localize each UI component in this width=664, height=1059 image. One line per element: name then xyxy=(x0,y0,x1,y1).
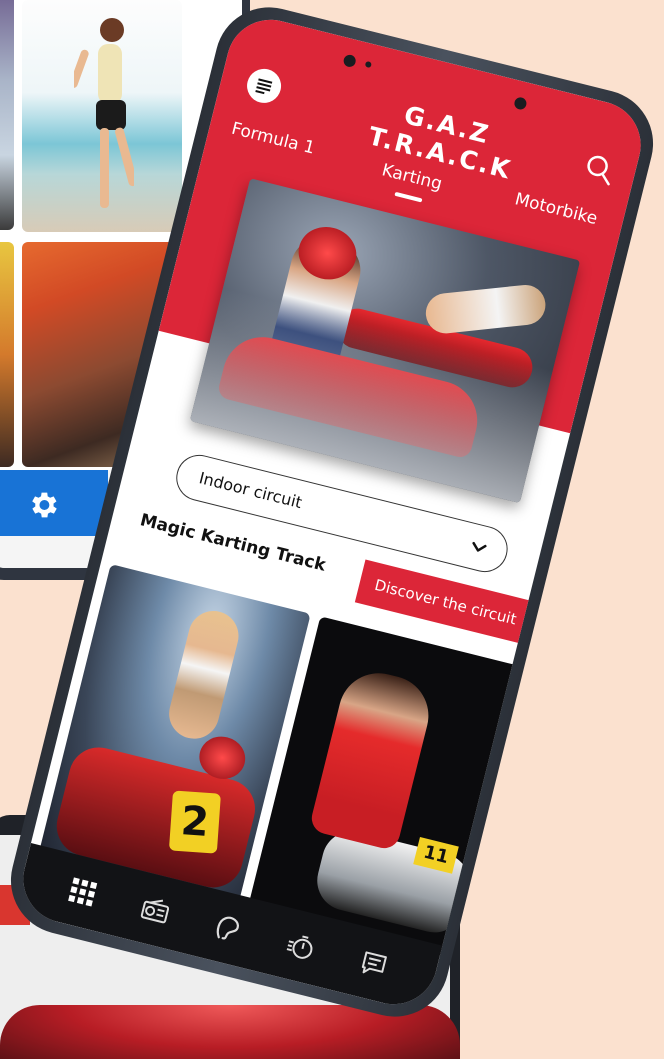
gear-icon xyxy=(32,492,57,518)
driver-figure xyxy=(423,282,548,336)
active-tab-indicator xyxy=(394,191,423,203)
menu-icon xyxy=(255,78,273,95)
tab-karting[interactable]: Karting xyxy=(380,160,444,194)
camera-dot xyxy=(342,53,357,69)
nav-grid[interactable] xyxy=(62,871,103,912)
settings-button[interactable] xyxy=(0,470,108,536)
kart-number: 2 xyxy=(168,790,221,854)
nav-radio[interactable] xyxy=(135,889,176,930)
nav-chat[interactable] xyxy=(353,944,394,985)
runner-figure xyxy=(74,18,134,208)
tab-formula-1[interactable]: Formula 1 xyxy=(229,119,316,159)
photo-tile[interactable] xyxy=(0,242,14,467)
driver-figure xyxy=(163,605,244,744)
grid-icon xyxy=(67,877,97,907)
radio-icon xyxy=(140,899,169,924)
track-icon xyxy=(216,916,239,940)
circuit-type-value: Indoor circuit xyxy=(197,468,304,513)
camera-dot xyxy=(513,96,528,111)
chevron-down-icon xyxy=(472,541,487,552)
tab-motorbike[interactable]: Motorbike xyxy=(513,189,600,229)
photo-tile[interactable] xyxy=(0,0,14,230)
nav-stopwatch[interactable] xyxy=(281,926,322,967)
driver-figure xyxy=(308,664,437,852)
chat-icon xyxy=(362,951,388,974)
camera-dot xyxy=(364,60,372,69)
runner-photo-tile[interactable] xyxy=(22,0,182,232)
nav-track[interactable] xyxy=(208,908,249,949)
background-button-label: ti xyxy=(0,897,1,912)
stopwatch-icon xyxy=(286,935,313,959)
